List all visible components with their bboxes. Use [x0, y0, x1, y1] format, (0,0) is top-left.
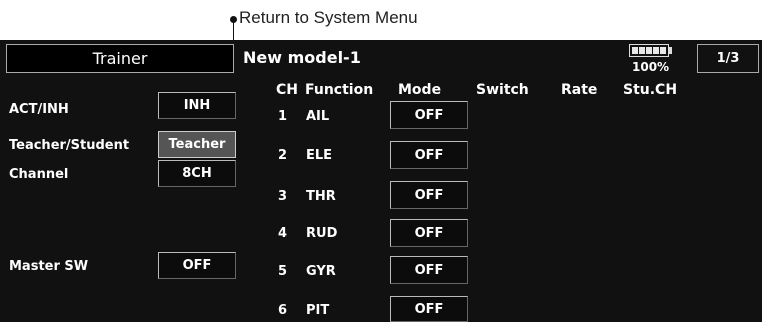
mode-value: OFF: [414, 301, 444, 317]
battery-cell: [660, 47, 666, 54]
mode-button[interactable]: OFF: [390, 141, 468, 169]
mode-button[interactable]: OFF: [390, 101, 468, 129]
mode-value: OFF: [414, 225, 444, 241]
column-header-rate: Rate: [561, 82, 598, 98]
column-header-ch: CH: [276, 82, 298, 98]
mode-button[interactable]: OFF: [390, 219, 468, 247]
mode-button[interactable]: OFF: [390, 181, 468, 209]
act-inh-button[interactable]: INH: [158, 92, 236, 119]
page-number: 1/3: [716, 51, 740, 66]
channel-function: AIL: [306, 109, 330, 124]
channel-number: 3: [278, 189, 288, 204]
channel-button[interactable]: 8CH: [158, 160, 236, 187]
channel-function: ELE: [306, 148, 333, 163]
battery-tip: [669, 47, 672, 54]
battery-percent: 100%: [632, 60, 670, 74]
master-sw-value: OFF: [182, 258, 212, 273]
column-header-switch: Switch: [476, 82, 529, 98]
column-header-mode: Mode: [398, 82, 442, 98]
trainer-screen: Trainer New model-1 100% 1/3 CH Function…: [0, 40, 762, 322]
battery-cell: [639, 47, 645, 54]
battery-cell: [653, 47, 659, 54]
callout-label: Return to System Menu: [239, 8, 418, 27]
act-inh-label: ACT/INH: [9, 102, 69, 117]
mode-value: OFF: [414, 107, 444, 123]
channel-value: 8CH: [182, 166, 212, 181]
mode-value: OFF: [414, 262, 444, 278]
mode-value: OFF: [414, 147, 444, 163]
model-name: New model-1: [243, 48, 361, 67]
battery-cell: [646, 47, 652, 54]
battery-icon: [629, 44, 677, 59]
act-inh-value: INH: [183, 98, 211, 113]
channel-number: 5: [278, 264, 288, 279]
mode-button[interactable]: OFF: [390, 256, 468, 284]
column-header-function: Function: [305, 82, 374, 98]
screen-title: Trainer: [92, 49, 148, 68]
battery-body: [629, 44, 669, 57]
mode-button[interactable]: OFF: [390, 296, 468, 322]
channel-function: PIT: [306, 303, 330, 318]
channel-label: Channel: [9, 167, 69, 182]
master-sw-button[interactable]: OFF: [158, 252, 236, 279]
teacher-student-label: Teacher/Student: [9, 138, 130, 153]
page-indicator-button[interactable]: 1/3: [697, 44, 759, 73]
channel-number: 1: [278, 109, 288, 124]
mode-value: OFF: [414, 187, 444, 203]
column-header-stu-ch: Stu.CH: [623, 82, 678, 98]
teacher-student-button[interactable]: Teacher: [158, 131, 236, 158]
battery-cell: [632, 47, 638, 54]
return-to-system-menu-button[interactable]: Trainer: [6, 44, 234, 73]
teacher-student-value: Teacher: [168, 137, 226, 152]
channel-function: THR: [306, 189, 336, 204]
channel-function: RUD: [306, 226, 338, 241]
channel-function: GYR: [306, 264, 336, 279]
master-sw-label: Master SW: [9, 259, 89, 274]
channel-number: 2: [278, 148, 288, 163]
channel-number: 4: [278, 226, 288, 241]
channel-number: 6: [278, 303, 288, 318]
